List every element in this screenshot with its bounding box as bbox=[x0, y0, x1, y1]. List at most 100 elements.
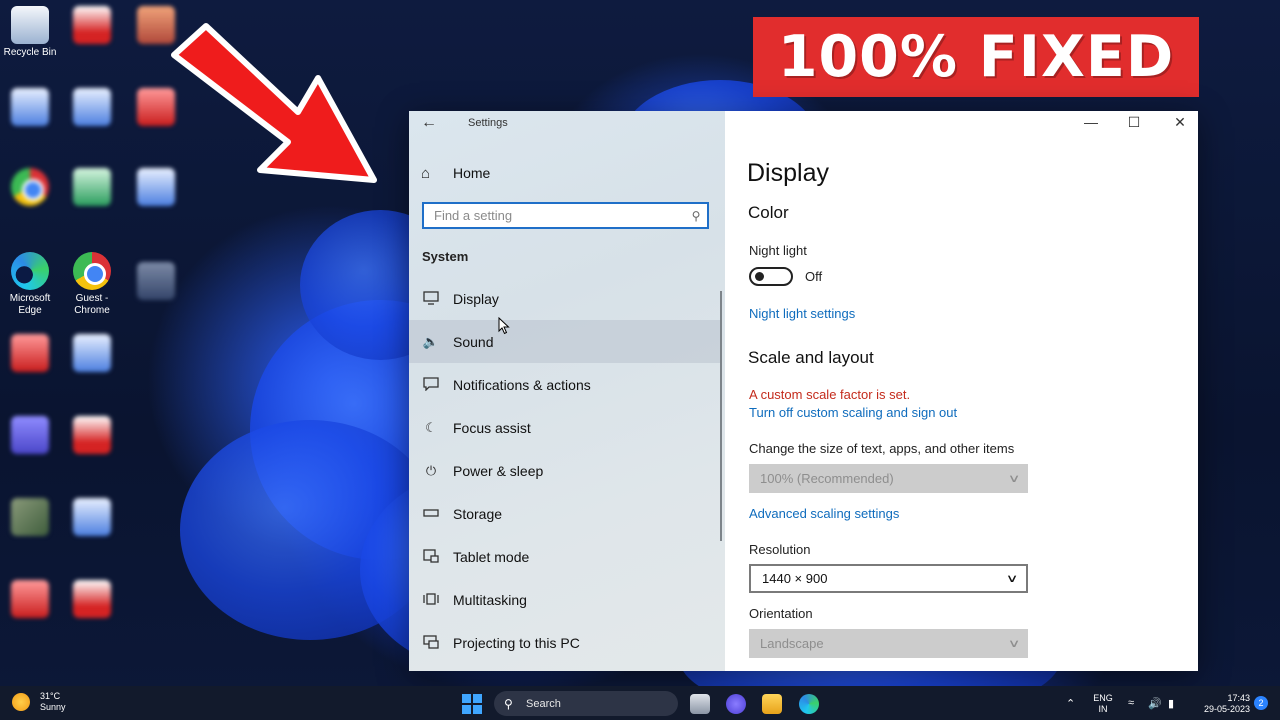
desktop-icon[interactable] bbox=[0, 334, 60, 375]
toggle-knob bbox=[755, 272, 764, 281]
language-line-2: IN bbox=[1098, 704, 1108, 714]
nav-item-label: Notifications & actions bbox=[453, 376, 591, 393]
tablet-mode-icon bbox=[422, 548, 440, 565]
nav-item-label: Focus assist bbox=[453, 419, 531, 436]
turn-off-custom-scaling-link[interactable]: Turn off custom scaling and sign out bbox=[749, 405, 957, 420]
desktop-icon[interactable] bbox=[62, 88, 122, 129]
resolution-dropdown[interactable]: 1440 × 900 ∨ bbox=[749, 564, 1028, 593]
desktop-icon-edge[interactable]: Microsoft Edge bbox=[0, 252, 60, 317]
wifi-icon[interactable]: ≈ bbox=[1128, 697, 1134, 709]
window-title: Settings bbox=[468, 117, 508, 129]
file-explorer-icon[interactable] bbox=[762, 694, 782, 714]
desktop-icon[interactable] bbox=[0, 580, 60, 621]
nav-item-sound[interactable]: 🔈 Sound bbox=[409, 320, 721, 363]
desktop-icon[interactable] bbox=[62, 168, 122, 209]
nav-item-projecting[interactable]: Projecting to this PC bbox=[409, 621, 721, 664]
nav-item-label: Multitasking bbox=[453, 591, 527, 608]
notification-icon bbox=[422, 376, 440, 393]
teams-chat-icon[interactable] bbox=[726, 694, 746, 714]
image-icon bbox=[11, 498, 49, 536]
volume-icon[interactable]: 🔊 bbox=[1148, 697, 1162, 710]
nav-item-label: Tablet mode bbox=[453, 548, 530, 565]
maximize-icon: ☐ bbox=[1127, 114, 1141, 130]
night-light-label: Night light bbox=[749, 243, 807, 258]
multitasking-icon bbox=[422, 592, 440, 608]
desktop-icon[interactable] bbox=[126, 262, 186, 303]
color-heading: Color bbox=[748, 203, 789, 222]
back-button[interactable]: ← bbox=[421, 113, 443, 133]
nav-item-display[interactable]: Display bbox=[409, 277, 721, 320]
clock-time: 17:43 bbox=[1227, 693, 1250, 703]
desktop-icon[interactable] bbox=[0, 168, 60, 209]
task-view-icon[interactable] bbox=[690, 694, 710, 714]
search-icon: ⚲ bbox=[504, 696, 513, 711]
app-icon bbox=[11, 416, 49, 454]
orientation-dropdown[interactable]: Landscape ∨ bbox=[749, 629, 1028, 658]
desktop-icon[interactable] bbox=[62, 416, 122, 457]
search-icon: ⚲ bbox=[691, 208, 701, 223]
desktop-icon[interactable] bbox=[62, 580, 122, 621]
weather-desc: Sunny bbox=[40, 702, 66, 712]
minimize-icon: — bbox=[1084, 114, 1098, 130]
projecting-icon bbox=[422, 634, 440, 651]
desktop-icon-label: Guest - Chrome bbox=[74, 293, 110, 316]
orientation-dropdown-value: Landscape bbox=[760, 636, 824, 651]
chevron-down-icon: ∨ bbox=[1007, 473, 1021, 485]
nav-item-multitasking[interactable]: Multitasking bbox=[409, 578, 721, 621]
desktop-icon-recycle-bin[interactable]: Recycle Bin bbox=[0, 6, 60, 59]
weather-temp: 31°C bbox=[40, 691, 61, 701]
chevron-up-icon[interactable]: ⌃ bbox=[1066, 697, 1075, 710]
weather-widget[interactable]: 31°C Sunny bbox=[12, 691, 66, 713]
nav-item-power-sleep[interactable]: ⏻ Power & sleep bbox=[409, 449, 721, 492]
moon-icon: ☾ bbox=[425, 419, 437, 435]
taskbar-search[interactable]: ⚲ Search bbox=[494, 691, 678, 716]
desktop-icon[interactable] bbox=[62, 334, 122, 375]
maximize-button[interactable]: ☐ bbox=[1111, 111, 1157, 135]
nav-item-focus-assist[interactable]: ☾ Focus assist bbox=[409, 406, 721, 449]
close-button[interactable]: ✕ bbox=[1157, 111, 1198, 135]
nav-home[interactable]: ⌂ Home bbox=[421, 163, 490, 183]
language-indicator[interactable]: ENG IN bbox=[1092, 693, 1114, 715]
search-input[interactable] bbox=[434, 208, 685, 223]
desktop-icon[interactable] bbox=[0, 416, 60, 457]
orientation-label: Orientation bbox=[749, 606, 813, 621]
minimize-button[interactable]: — bbox=[1068, 111, 1114, 135]
nav-item-tablet-mode[interactable]: Tablet mode bbox=[409, 535, 721, 578]
desktop-icon-guest-chrome[interactable]: Guest - Chrome bbox=[62, 252, 122, 317]
clock[interactable]: 17:43 29-05-2023 bbox=[1190, 693, 1250, 715]
nav-item-storage[interactable]: Storage bbox=[409, 492, 721, 535]
night-light-toggle[interactable] bbox=[749, 267, 793, 286]
nav-item-label: Sound bbox=[453, 333, 494, 350]
sun-icon bbox=[12, 693, 30, 711]
nav-scrollbar[interactable] bbox=[720, 291, 722, 541]
windows-logo-icon bbox=[473, 694, 482, 703]
desktop-icon[interactable] bbox=[0, 498, 60, 539]
night-light-settings-link[interactable]: Night light settings bbox=[749, 306, 855, 321]
find-setting-search[interactable]: ⚲ bbox=[422, 202, 709, 229]
desktop-icon[interactable] bbox=[62, 6, 122, 47]
mouse-cursor-icon bbox=[498, 317, 510, 335]
start-button[interactable] bbox=[462, 694, 482, 714]
scale-dropdown[interactable]: 100% (Recommended) ∨ bbox=[749, 464, 1028, 493]
windows-logo-icon bbox=[462, 694, 471, 703]
chevron-down-icon: ∨ bbox=[1005, 573, 1019, 585]
scale-dropdown-value: 100% (Recommended) bbox=[760, 471, 894, 486]
app-icon bbox=[11, 580, 49, 618]
nav-item-notifications[interactable]: Notifications & actions bbox=[409, 363, 721, 406]
edge-taskbar-icon[interactable] bbox=[799, 694, 819, 714]
pdf-icon bbox=[73, 6, 111, 44]
app-icon bbox=[137, 262, 175, 300]
notification-badge[interactable]: 2 bbox=[1254, 696, 1268, 710]
settings-content-pane: — ☐ ✕ Display Color Night light Off Nigh… bbox=[725, 111, 1198, 671]
home-icon: ⌂ bbox=[421, 164, 431, 182]
battery-icon[interactable]: ▮ bbox=[1168, 697, 1174, 710]
spreadsheet-icon bbox=[73, 168, 111, 206]
desktop-icon[interactable] bbox=[0, 88, 60, 129]
settings-nav-pane: ← Settings ⌂ Home ⚲ System Display 🔈 Sou… bbox=[409, 111, 725, 671]
windows-logo-icon bbox=[473, 705, 482, 714]
pdf-icon bbox=[73, 416, 111, 454]
page-title: Display bbox=[747, 159, 829, 187]
desktop-icon[interactable] bbox=[62, 498, 122, 539]
advanced-scaling-link[interactable]: Advanced scaling settings bbox=[749, 506, 899, 521]
red-arrow-icon bbox=[171, 23, 377, 183]
